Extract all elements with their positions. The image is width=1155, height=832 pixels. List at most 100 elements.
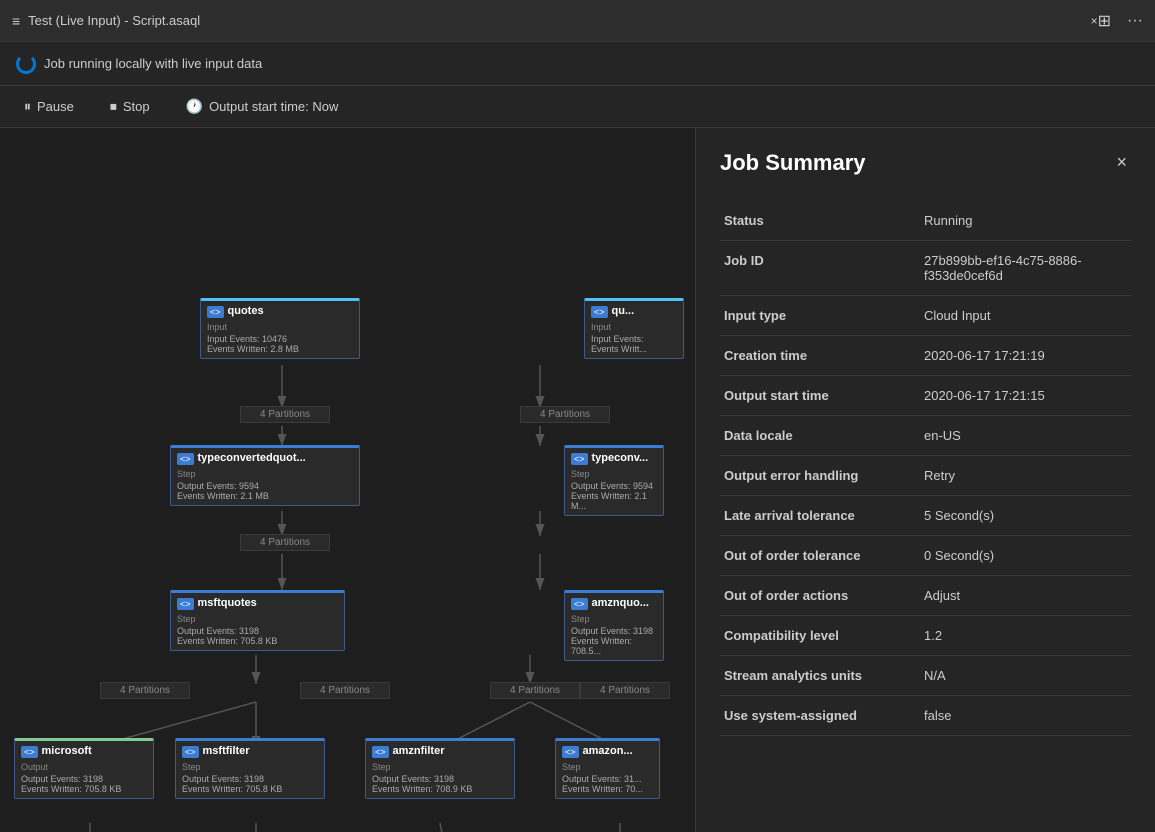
partition-label-4c: 4 Partitions — [490, 682, 580, 699]
node-amazon-out-stat2: Events Written: 70... — [562, 784, 653, 794]
node-typeconvert1-stat1: Output Events: 9594 — [177, 481, 353, 491]
node-quotes1-stat1: Input Events: 10476 — [207, 334, 353, 344]
node-typeconvert2[interactable]: <> typeconv... Step Output Events: 9594 … — [564, 445, 664, 516]
node-quotes2[interactable]: <> qu... Input Input Events: Events Writ… — [584, 298, 684, 359]
summary-row-label: Creation time — [720, 336, 920, 376]
pause-button[interactable]: ⏸ Pause — [16, 94, 82, 119]
summary-row: Data localeen-US — [720, 416, 1131, 456]
summary-close-button[interactable]: × — [1112, 148, 1131, 177]
node-msftquotes-stat2: Events Written: 705.8 KB — [177, 636, 338, 646]
summary-row-value: 5 Second(s) — [920, 496, 1131, 536]
node-typeconvert1[interactable]: <> typeconvertedquot... Step Output Even… — [170, 445, 360, 506]
node-quotes2-title: qu... — [612, 305, 635, 317]
summary-row-value: false — [920, 696, 1131, 736]
node-quotes2-stat1: Input Events: — [591, 334, 677, 344]
node-amznquotes-title: amznquo... — [592, 597, 649, 609]
node-typeconvert2-stat2: Events Written: 2.1 M... — [571, 491, 657, 511]
node-amznfilter-title: amznfilter — [393, 745, 445, 757]
summary-row-label: Stream analytics units — [720, 656, 920, 696]
summary-row-value: Adjust — [920, 576, 1131, 616]
node-typeconvert1-title: typeconvertedquot... — [198, 452, 306, 464]
node-microsoft-out-subtitle: Output — [21, 762, 147, 772]
summary-header: Job Summary × — [720, 148, 1131, 177]
partition-label-4a: 4 Partitions — [100, 682, 190, 699]
summary-row-value: Running — [920, 201, 1131, 241]
status-spinner — [16, 54, 36, 74]
summary-row: Stream analytics unitsN/A — [720, 656, 1131, 696]
summary-row-value: Cloud Input — [920, 296, 1131, 336]
layout-icon[interactable]: ⊞ — [1098, 11, 1111, 31]
input-icon: <> — [207, 306, 224, 318]
tab-title: Test (Live Input) - Script.asaql — [28, 13, 1080, 28]
stop-button[interactable]: ⏹ Stop — [102, 94, 158, 119]
partition-label-4d: 4 Partitions — [580, 682, 670, 699]
node-msftquotes-stat1: Output Events: 3198 — [177, 626, 338, 636]
summary-row-label: Compatibility level — [720, 616, 920, 656]
node-msftquotes-title: msftquotes — [198, 597, 257, 609]
toolbar: ⏸ Pause ⏹ Stop 🕐 Output start time: Now — [0, 86, 1155, 128]
summary-row: Input typeCloud Input — [720, 296, 1131, 336]
node-msftquotes-subtitle: Step — [177, 614, 338, 624]
output-icon1: <> — [21, 746, 38, 758]
summary-row: StatusRunning — [720, 201, 1131, 241]
stop-label: Stop — [123, 99, 150, 114]
output-start-time-label: Output start time: Now — [209, 99, 338, 114]
summary-row-label: Status — [720, 201, 920, 241]
stop-icon: ⏹ — [110, 98, 117, 115]
node-typeconvert1-stat2: Events Written: 2.1 MB — [177, 491, 353, 501]
title-bar-actions: ⊞ ··· — [1098, 11, 1143, 31]
summary-row: Job ID27b899bb-ef16-4c75-8886-f353de0cef… — [720, 241, 1131, 296]
node-msftquotes[interactable]: <> msftquotes Step Output Events: 3198 E… — [170, 590, 345, 651]
node-typeconvert2-stat1: Output Events: 9594 — [571, 481, 657, 491]
summary-row: Creation time2020-06-17 17:21:19 — [720, 336, 1131, 376]
more-icon[interactable]: ··· — [1127, 12, 1143, 30]
summary-title: Job Summary — [720, 150, 866, 176]
summary-row-value: 2020-06-17 17:21:15 — [920, 376, 1131, 416]
partition-label-4b: 4 Partitions — [300, 682, 390, 699]
pause-label: Pause — [37, 99, 74, 114]
node-quotes1-subtitle: Input — [207, 322, 353, 332]
diagram-area[interactable]: <> quotes Input Input Events: 10476 Even… — [0, 128, 695, 832]
node-amznfilter-stat2: Events Written: 708.9 KB — [372, 784, 508, 794]
node-amazon-out-title: amazon... — [583, 745, 633, 757]
summary-table: StatusRunningJob ID27b899bb-ef16-4c75-88… — [720, 201, 1131, 736]
pause-icon: ⏸ — [24, 98, 31, 115]
partition-label-1: 4 Partitions — [240, 406, 330, 423]
summary-row-label: Output error handling — [720, 456, 920, 496]
node-amznquotes[interactable]: <> amznquo... Step Output Events: 3198 E… — [564, 590, 664, 661]
summary-row-label: Input type — [720, 296, 920, 336]
summary-row: Out of order tolerance0 Second(s) — [720, 536, 1131, 576]
step-icon3: <> — [177, 598, 194, 610]
node-amznfilter[interactable]: <> amznfilter Step Output Events: 3198 E… — [365, 738, 515, 799]
node-quotes1[interactable]: <> quotes Input Input Events: 10476 Even… — [200, 298, 360, 359]
step-icon1: <> — [177, 453, 194, 465]
close-tab-icon[interactable]: × — [1091, 14, 1098, 28]
summary-row-value: en-US — [920, 416, 1131, 456]
node-msftfilter-title: msftfilter — [203, 745, 250, 757]
summary-row: Compatibility level1.2 — [720, 616, 1131, 656]
node-microsoft-out[interactable]: <> microsoft Output Output Events: 3198 … — [14, 738, 154, 799]
node-msftfilter-stat1: Output Events: 3198 — [182, 774, 318, 784]
summary-row-label: Out of order actions — [720, 576, 920, 616]
summary-row-label: Output start time — [720, 376, 920, 416]
output-start-time-button[interactable]: 🕐 Output start time: Now — [178, 94, 347, 119]
node-typeconvert2-title: typeconv... — [592, 452, 649, 464]
partition-label-2: 4 Partitions — [520, 406, 610, 423]
node-typeconvert2-subtitle: Step — [571, 469, 657, 479]
node-msftfilter-stat2: Events Written: 705.8 KB — [182, 784, 318, 794]
menu-icon[interactable]: ≡ — [12, 13, 20, 29]
step-icon2: <> — [571, 453, 588, 465]
summary-row: Out of order actionsAdjust — [720, 576, 1131, 616]
node-typeconvert1-subtitle: Step — [177, 469, 353, 479]
main-content: <> quotes Input Input Events: 10476 Even… — [0, 128, 1155, 832]
summary-row: Late arrival tolerance5 Second(s) — [720, 496, 1131, 536]
node-msftfilter[interactable]: <> msftfilter Step Output Events: 3198 E… — [175, 738, 325, 799]
step-icon4: <> — [571, 598, 588, 610]
node-quotes2-stat2: Events Writt... — [591, 344, 677, 354]
node-amazon-out[interactable]: <> amazon... Step Output Events: 31... E… — [555, 738, 660, 799]
summary-row: Output start time2020-06-17 17:21:15 — [720, 376, 1131, 416]
status-text: Job running locally with live input data — [44, 56, 262, 71]
node-amznquotes-stat1: Output Events: 3198 — [571, 626, 657, 636]
node-amznquotes-stat2: Events Written: 708.5... — [571, 636, 657, 656]
summary-row-value: 2020-06-17 17:21:19 — [920, 336, 1131, 376]
